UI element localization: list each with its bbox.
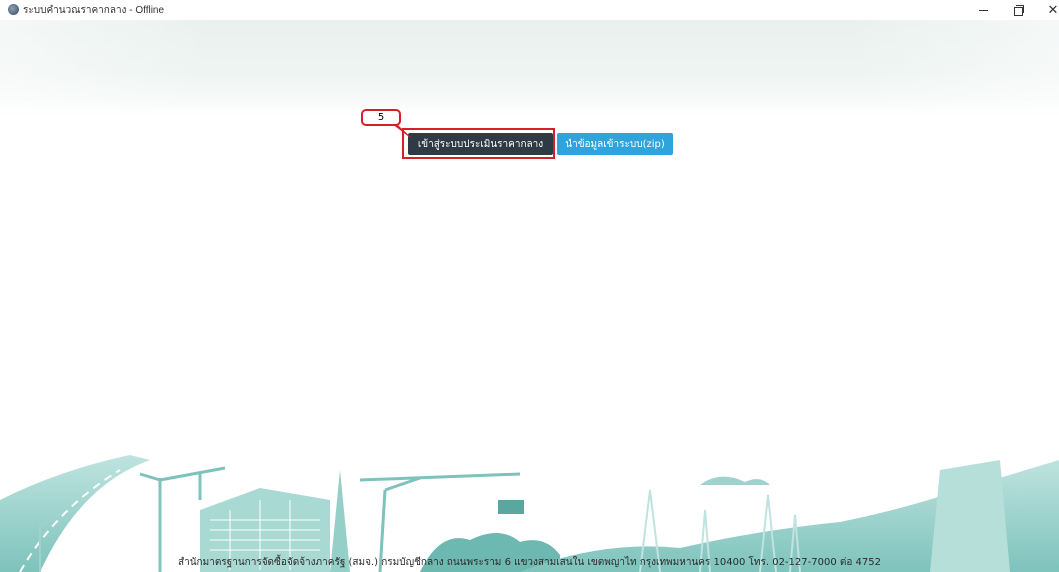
close-icon: ✕ xyxy=(1047,2,1059,18)
title-bar: ระบบคำนวณราคากลาง - Offline ✕ xyxy=(0,0,1059,20)
cloud xyxy=(700,476,770,485)
minimize-icon xyxy=(978,9,988,11)
login-button[interactable]: เข้าสู่ระบบประเมินราคากลาง xyxy=(408,133,553,155)
footer-address: สำนักมาตรฐานการจัดซื้อจัดจ้างภาครัฐ (สมจ… xyxy=(178,557,881,568)
app-icon xyxy=(8,4,19,15)
main-content: เข้าสู่ระบบประเมินราคากลาง นำข้อมูลเข้าร… xyxy=(0,20,1059,572)
step-number: 5 xyxy=(377,112,385,123)
import-zip-button[interactable]: นำข้อมูลเข้าระบบ(zip) xyxy=(557,133,673,155)
step-callout: 5 xyxy=(361,109,401,126)
close-button[interactable]: ✕ xyxy=(1030,0,1059,20)
crane-load xyxy=(498,500,524,514)
header-banner xyxy=(0,20,1059,115)
footer-illustration xyxy=(0,455,1059,572)
window-title: ระบบคำนวณราคากลาง - Offline xyxy=(23,5,165,16)
restore-icon xyxy=(1014,5,1024,16)
